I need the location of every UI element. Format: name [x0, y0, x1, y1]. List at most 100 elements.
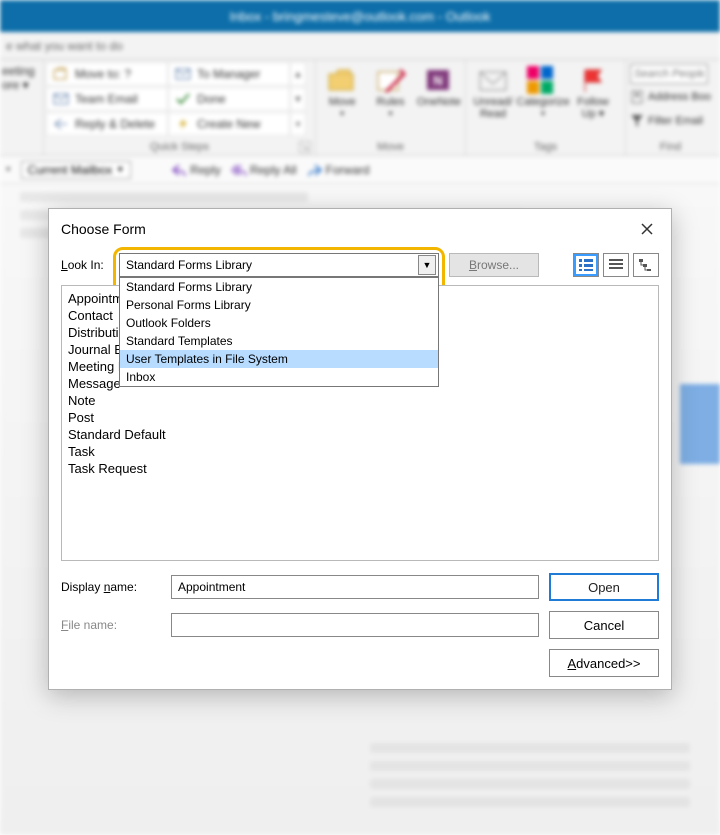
look-in-label: Look In: — [61, 258, 109, 272]
address-book-label: Address Boo — [648, 91, 711, 103]
reply-delete-icon — [53, 117, 69, 131]
form-list-item[interactable]: Task — [68, 443, 652, 460]
filter-email-label: Filter Email — [648, 115, 703, 127]
meeting-text[interactable]: eeting — [2, 64, 41, 78]
current-mailbox-dropdown[interactable]: Current Mailbox ▼ — [21, 161, 132, 179]
form-list-item[interactable]: Post — [68, 409, 652, 426]
onenote-button[interactable]: N OneNote — [415, 62, 463, 123]
tree-icon — [638, 258, 654, 272]
quick-steps-label: Quick Steps — [150, 141, 209, 153]
current-mailbox-label: Current Mailbox — [28, 163, 113, 177]
flag-icon — [577, 66, 609, 94]
ribbon: eeting ore ▾ Move to: ? — [0, 60, 720, 156]
list-icon — [578, 258, 594, 272]
forward-button[interactable]: Forward — [307, 163, 370, 177]
find-group-label: Find — [628, 139, 713, 155]
look-in-option[interactable]: Outlook Folders — [120, 314, 438, 332]
dialog-title: Choose Form — [61, 221, 146, 237]
folder-move-icon — [53, 67, 69, 81]
ribbon-meeting-group: eeting ore ▾ — [0, 60, 44, 155]
toolbar: ▾ Current Mailbox ▼ Reply Reply All Forw… — [0, 156, 720, 184]
forward-label: Forward — [326, 163, 370, 177]
tell-me-bar[interactable]: e what you want to do — [0, 32, 720, 60]
qs-reply-delete-label: Reply & Delete — [75, 117, 155, 131]
move-button[interactable]: Move▾ — [318, 62, 366, 123]
qs-team-email-label: Team Email — [75, 92, 138, 106]
funnel-icon — [630, 114, 644, 128]
follow-up-label: Follow Up ▾ — [577, 96, 609, 120]
look-in-combo[interactable]: Standard Forms Library ▼ — [119, 253, 439, 277]
open-button[interactable]: Open — [549, 573, 659, 601]
qs-to-manager-label: To Manager — [197, 67, 260, 81]
quick-steps-group: Move to: ? To Manager ▲ — [44, 60, 316, 155]
move-label: Move — [329, 96, 356, 108]
rules-label: Rules — [376, 96, 404, 108]
look-in-option[interactable]: Standard Forms Library — [120, 278, 438, 296]
reply-all-button[interactable]: Reply All — [231, 163, 297, 177]
look-in-option[interactable]: Inbox — [120, 368, 438, 386]
view-list-button[interactable] — [573, 253, 599, 277]
reply-icon — [171, 163, 187, 177]
chevron-down-icon: ▼ — [116, 165, 124, 174]
tags-group: Unread/ Read Categorize▾ Follow Up ▾ Tag… — [466, 60, 626, 155]
categorize-icon — [527, 66, 559, 94]
dialog-launcher-icon[interactable]: ↘ — [299, 141, 311, 153]
form-list-item[interactable]: Task Request — [68, 460, 652, 477]
rules-button[interactable]: Rules▾ — [366, 62, 414, 123]
window-title: Inbox - bringmesteve@outlook.com - Outlo… — [0, 0, 720, 32]
reply-all-icon — [231, 163, 247, 177]
address-book-button[interactable]: Address Boo — [630, 86, 711, 108]
view-details-button[interactable] — [603, 253, 629, 277]
tags-group-label: Tags — [468, 139, 623, 155]
folder-icon — [326, 66, 358, 94]
display-name-input[interactable] — [171, 575, 539, 599]
file-name-label: File name: — [61, 618, 161, 632]
qs-team-email[interactable]: Team Email — [46, 87, 168, 111]
move-group: Move▾ Rules▾ N OneNote Move — [316, 60, 466, 155]
look-in-option[interactable]: Personal Forms Library — [120, 296, 438, 314]
reply-all-label: Reply All — [250, 163, 297, 177]
file-name-input[interactable] — [171, 613, 539, 637]
advanced-button[interactable]: Advanced>> — [549, 649, 659, 677]
look-in-option[interactable]: User Templates in File System — [120, 350, 438, 368]
close-button[interactable] — [635, 217, 659, 241]
qs-to-manager[interactable]: To Manager — [168, 62, 290, 86]
qs-create-new[interactable]: Create New — [168, 112, 290, 136]
form-list-item[interactable]: Standard Default — [68, 426, 652, 443]
chevron-down-icon[interactable]: ▾ — [6, 164, 11, 175]
qs-move-to[interactable]: Move to: ? — [46, 62, 168, 86]
more-text[interactable]: ore ▾ — [2, 78, 41, 92]
filter-email-button[interactable]: Filter Email — [630, 110, 711, 132]
qs-reply-delete[interactable]: Reply & Delete — [46, 112, 168, 136]
svg-text:N: N — [433, 73, 442, 88]
search-people-input[interactable] — [630, 64, 708, 84]
team-email-icon — [53, 92, 69, 106]
qs-done-label: Done — [197, 92, 226, 106]
forward-icon — [307, 163, 323, 177]
categorize-button[interactable]: Categorize▾ — [518, 62, 568, 124]
unread-read-button[interactable]: Unread/ Read — [468, 62, 518, 124]
qs-more[interactable]: ▾ — [290, 112, 306, 136]
qs-scroll-up[interactable]: ▲ — [290, 62, 306, 86]
chevron-down-icon[interactable]: ▼ — [418, 255, 436, 275]
form-list-item[interactable]: Note — [68, 392, 652, 409]
reply-button[interactable]: Reply — [171, 163, 221, 177]
reply-label: Reply — [190, 163, 221, 177]
qs-done[interactable]: Done — [168, 87, 290, 111]
onenote-icon: N — [423, 66, 455, 94]
onenote-label: OneNote — [417, 96, 461, 108]
find-group: Address Boo Filter Email Find — [626, 60, 715, 155]
cancel-button[interactable]: Cancel — [549, 611, 659, 639]
qs-scroll-down[interactable]: ▼ — [290, 87, 306, 111]
move-group-label: Move — [318, 139, 463, 155]
view-tree-button[interactable] — [633, 253, 659, 277]
to-manager-icon — [175, 67, 191, 81]
address-book-icon — [630, 90, 644, 104]
unread-read-label: Unread/ Read — [473, 96, 512, 120]
rules-icon — [374, 66, 406, 94]
choose-form-dialog: Choose Form Look In: Standard Forms Libr… — [48, 208, 672, 690]
qs-move-to-label: Move to: ? — [75, 67, 131, 81]
look-in-option[interactable]: Standard Templates — [120, 332, 438, 350]
follow-up-button[interactable]: Follow Up ▾ — [568, 62, 618, 124]
look-in-dropdown[interactable]: Standard Forms LibraryPersonal Forms Lib… — [119, 277, 439, 387]
